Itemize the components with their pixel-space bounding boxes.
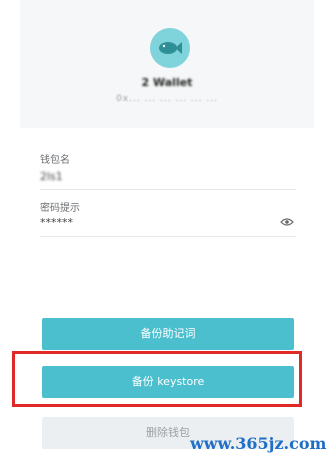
eye-icon[interactable] (280, 217, 294, 227)
backup-keystore-button[interactable]: 备份 keystore (42, 366, 294, 398)
fish-icon (159, 42, 182, 54)
wallet-address: 0x... ... ... ... ... ... (116, 94, 218, 104)
password-hint-field[interactable]: ****** (40, 216, 73, 229)
password-hint-label: 密码提示 (40, 203, 80, 214)
wallet-name-divider (40, 189, 296, 190)
backup-mnemonic-button[interactable]: 备份助记词 (42, 318, 294, 350)
wallet-name: 2 Wallet (141, 76, 193, 89)
wallet-name-field[interactable]: 2ls1 (40, 170, 63, 183)
wallet-avatar (150, 28, 190, 68)
watermark: www.365jz.com (190, 434, 327, 453)
wallet-name-label: 钱包名 (40, 155, 70, 166)
password-hint-divider (40, 236, 296, 237)
